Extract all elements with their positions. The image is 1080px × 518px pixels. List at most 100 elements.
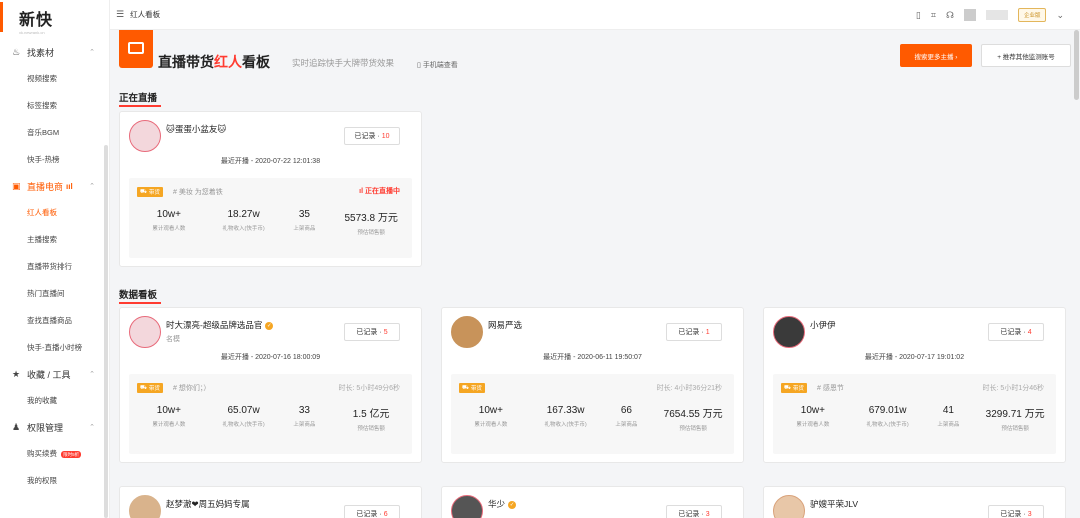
nav-group-favorites[interactable]: ★ 收藏 / 工具 ⌃ <box>0 361 109 387</box>
nav-item-influencer-board[interactable]: 红人看板 <box>0 199 109 226</box>
discount-badge: 限时5折 <box>61 450 82 458</box>
nav-item-my-favorites[interactable]: 我的收藏 <box>0 387 109 414</box>
stat-gift: 167.33w <box>546 405 585 416</box>
anchor-card[interactable]: 网易严选 已记录 · 1 最近开播 - 2020-06-11 19:50:07 ⛟… <box>441 307 744 463</box>
nav-item-purchase[interactable]: 购买续费 限时5折 <box>0 440 109 467</box>
nav-group-label: 权限管理 <box>27 422 64 433</box>
record-button[interactable]: 已记录 · 5 <box>344 323 400 341</box>
stat-viewers: 10w+ <box>478 405 503 416</box>
nav-item-anchor-search[interactable]: 主播搜索 <box>0 226 109 253</box>
anchor-name-wrap: 华少 ✓ <box>488 498 517 510</box>
anchor-name[interactable]: 小伊伊 <box>810 319 836 331</box>
stat-label: 礼物收入(快手币) <box>222 422 265 428</box>
recommend-account-button[interactable]: + 推荐其他监测账号 <box>981 44 1071 67</box>
record-label: 已记录 · <box>678 511 704 518</box>
anchor-card[interactable]: 华少 ✓ 已记录 · 3 <box>441 486 744 518</box>
stats-panel: ⛟ 带货 时长: 4小时36分21秒 10w+ 累计观看人数 167.33w 礼物收入… <box>451 374 734 454</box>
avatar[interactable] <box>773 316 805 348</box>
anchor-name[interactable]: 驴嫂平荣JLV <box>810 498 858 510</box>
live-status[interactable]: ıl 正在直播中 <box>359 186 400 196</box>
nav-group-live-commerce[interactable]: ▣ 直播电商 ııl ⌃ <box>0 173 109 199</box>
scan-icon[interactable]: ⌗ <box>931 10 936 21</box>
stat-label: 累计观看人数 <box>152 226 186 232</box>
record-button[interactable]: 已记录 · 3 <box>988 505 1044 518</box>
goods-badge: ⛟ 带货 <box>781 383 807 393</box>
avatar[interactable] <box>451 316 483 348</box>
anchor-name[interactable]: 华少 <box>488 499 505 509</box>
record-button[interactable]: 已记录 · 4 <box>988 323 1044 341</box>
anchor-name[interactable]: 🐱蛋蛋小盆友🐱 <box>166 123 226 135</box>
stat-label: 礼物收入(快手币) <box>544 422 587 428</box>
anchor-card[interactable]: 小伊伊 已记录 · 4 最近开播 - 2020-07-17 19:01:02 ⛟ 带… <box>763 307 1066 463</box>
stat-sales: 3299.71 万元 <box>985 409 1045 420</box>
goods-badge: ⛟ 带货 <box>137 383 163 393</box>
anchor-name[interactable]: 赵梦澈❤周五妈妈专属 <box>166 498 250 510</box>
anchor-card[interactable]: 驴嫂平荣JLV 已记录 · 3 <box>763 486 1066 518</box>
plan-badge[interactable]: 企业版 <box>1017 8 1047 22</box>
nav-item-hot-list[interactable]: 快手-热榜 <box>0 146 109 173</box>
page-scrollbar[interactable] <box>1074 30 1079 100</box>
nav-item-find-products[interactable]: 查找直播商品 <box>0 307 109 334</box>
nav-group-materials[interactable]: ♨ 找素材 ⌃ <box>0 39 109 65</box>
menu-icon[interactable]: ☰ <box>116 9 124 20</box>
anchor-name-wrap: 时大漂亮-超级品牌选品官 ✓ <box>166 319 274 331</box>
record-label: 已记录 · <box>356 511 382 518</box>
avatar[interactable] <box>963 9 976 21</box>
record-button[interactable]: 已记录 · 6 <box>344 505 400 518</box>
anchor-name[interactable]: 时大漂亮-超级品牌选品官 <box>166 320 262 330</box>
search-more-anchors-button[interactable]: 搜索更多主播 › <box>900 44 972 67</box>
avatar[interactable] <box>129 120 161 152</box>
mobile-view-link[interactable]: ▯ 手机端查看 <box>417 60 458 70</box>
nav-item-music-bgm[interactable]: 音乐BGM <box>0 119 109 146</box>
record-button[interactable]: 已记录 · 3 <box>666 505 722 518</box>
anchor-card[interactable]: 赵梦澈❤周五妈妈专属 已记录 · 6 <box>119 486 422 518</box>
stat-label: 上架商品 <box>293 422 316 428</box>
record-button[interactable]: 已记录 · 10 <box>344 127 400 145</box>
breadcrumb: 红人看板 <box>130 10 161 19</box>
nav-group-label: 收藏 / 工具 <box>27 369 71 380</box>
stat-label: 预估销售额 <box>357 230 385 236</box>
record-count: 3 <box>705 510 710 518</box>
nav-item-video-search[interactable]: 视频搜索 <box>0 65 109 92</box>
nav-item-live-rank[interactable]: 直播带货排行 <box>0 253 109 280</box>
nav-group-label: 直播电商 <box>27 181 64 192</box>
avatar[interactable] <box>129 495 161 518</box>
title-highlight: 红人 <box>214 54 242 70</box>
nav-item-my-permissions[interactable]: 我的权限 <box>0 467 109 494</box>
sidebar-scrollbar[interactable] <box>104 145 108 518</box>
chevron-up-icon: ⌃ <box>89 424 95 431</box>
cart-icon: ⛟ <box>784 384 791 391</box>
chevron-down-icon[interactable]: ⌄ <box>1056 10 1064 21</box>
title-suffix: 看板 <box>242 54 270 70</box>
avatar[interactable] <box>773 495 805 518</box>
mobile-icon[interactable]: ▯ <box>916 10 921 21</box>
verified-icon: ✓ <box>508 500 517 509</box>
avatar[interactable] <box>451 495 483 518</box>
record-button[interactable]: 已记录 · 1 <box>666 323 722 341</box>
anchor-card[interactable]: 时大漂亮-超级品牌选品官 ✓ 名模 已记录 · 5 最近开播 - 2020-07-1… <box>119 307 422 463</box>
stats-row: 10w+ 累计观看人数 65.07w 礼物收入(快手币) 33 上架商品 1.5 亿元… <box>129 405 412 432</box>
nav-item-hot-rooms[interactable]: 热门直播间 <box>0 280 109 307</box>
record-label: 已记录 · <box>354 133 380 140</box>
nav-item-hourly-rank[interactable]: 快手-直播小时榜 <box>0 334 109 361</box>
stat-items: 41 <box>942 405 954 416</box>
username[interactable] <box>985 10 1008 20</box>
stat-gift: 18.27w <box>227 209 260 220</box>
chevron-up-icon: ⌃ <box>89 49 95 56</box>
goods-label: 带货 <box>148 386 160 392</box>
nav-item-tag-search[interactable]: 标签搜索 <box>0 92 109 119</box>
last-live-time: 最近开播 - 2020-06-11 19:50:07 <box>543 354 642 361</box>
stats-panel: ⛟ 带货 # 感恩节 时长: 5小时1分46秒 10w+ 累计观看人数 679.01… <box>773 374 1056 454</box>
live-anchor-card[interactable]: 🐱蛋蛋小盆友🐱 已记录 · 10 最近开播 - 2020-07-22 12:01:… <box>119 111 422 267</box>
stats-row: 10w+ 累计观看人数 679.01w 礼物收入(快手币) 41 上架商品 3299.… <box>773 405 1056 432</box>
headset-icon[interactable]: ☊ <box>946 10 954 21</box>
anchor-name[interactable]: 网易严选 <box>488 319 522 331</box>
avatar[interactable] <box>129 316 161 348</box>
live-bars-icon: ııl <box>66 181 73 191</box>
stat-viewers: 10w+ <box>800 405 825 416</box>
record-count: 10 <box>381 132 390 140</box>
stat-label: 累计观看人数 <box>796 422 830 428</box>
record-count: 5 <box>383 328 388 336</box>
logo[interactable]: 新快 xk.newrank.cn <box>0 2 109 35</box>
nav-group-permissions[interactable]: ♟ 权限管理 ⌃ <box>0 414 109 440</box>
